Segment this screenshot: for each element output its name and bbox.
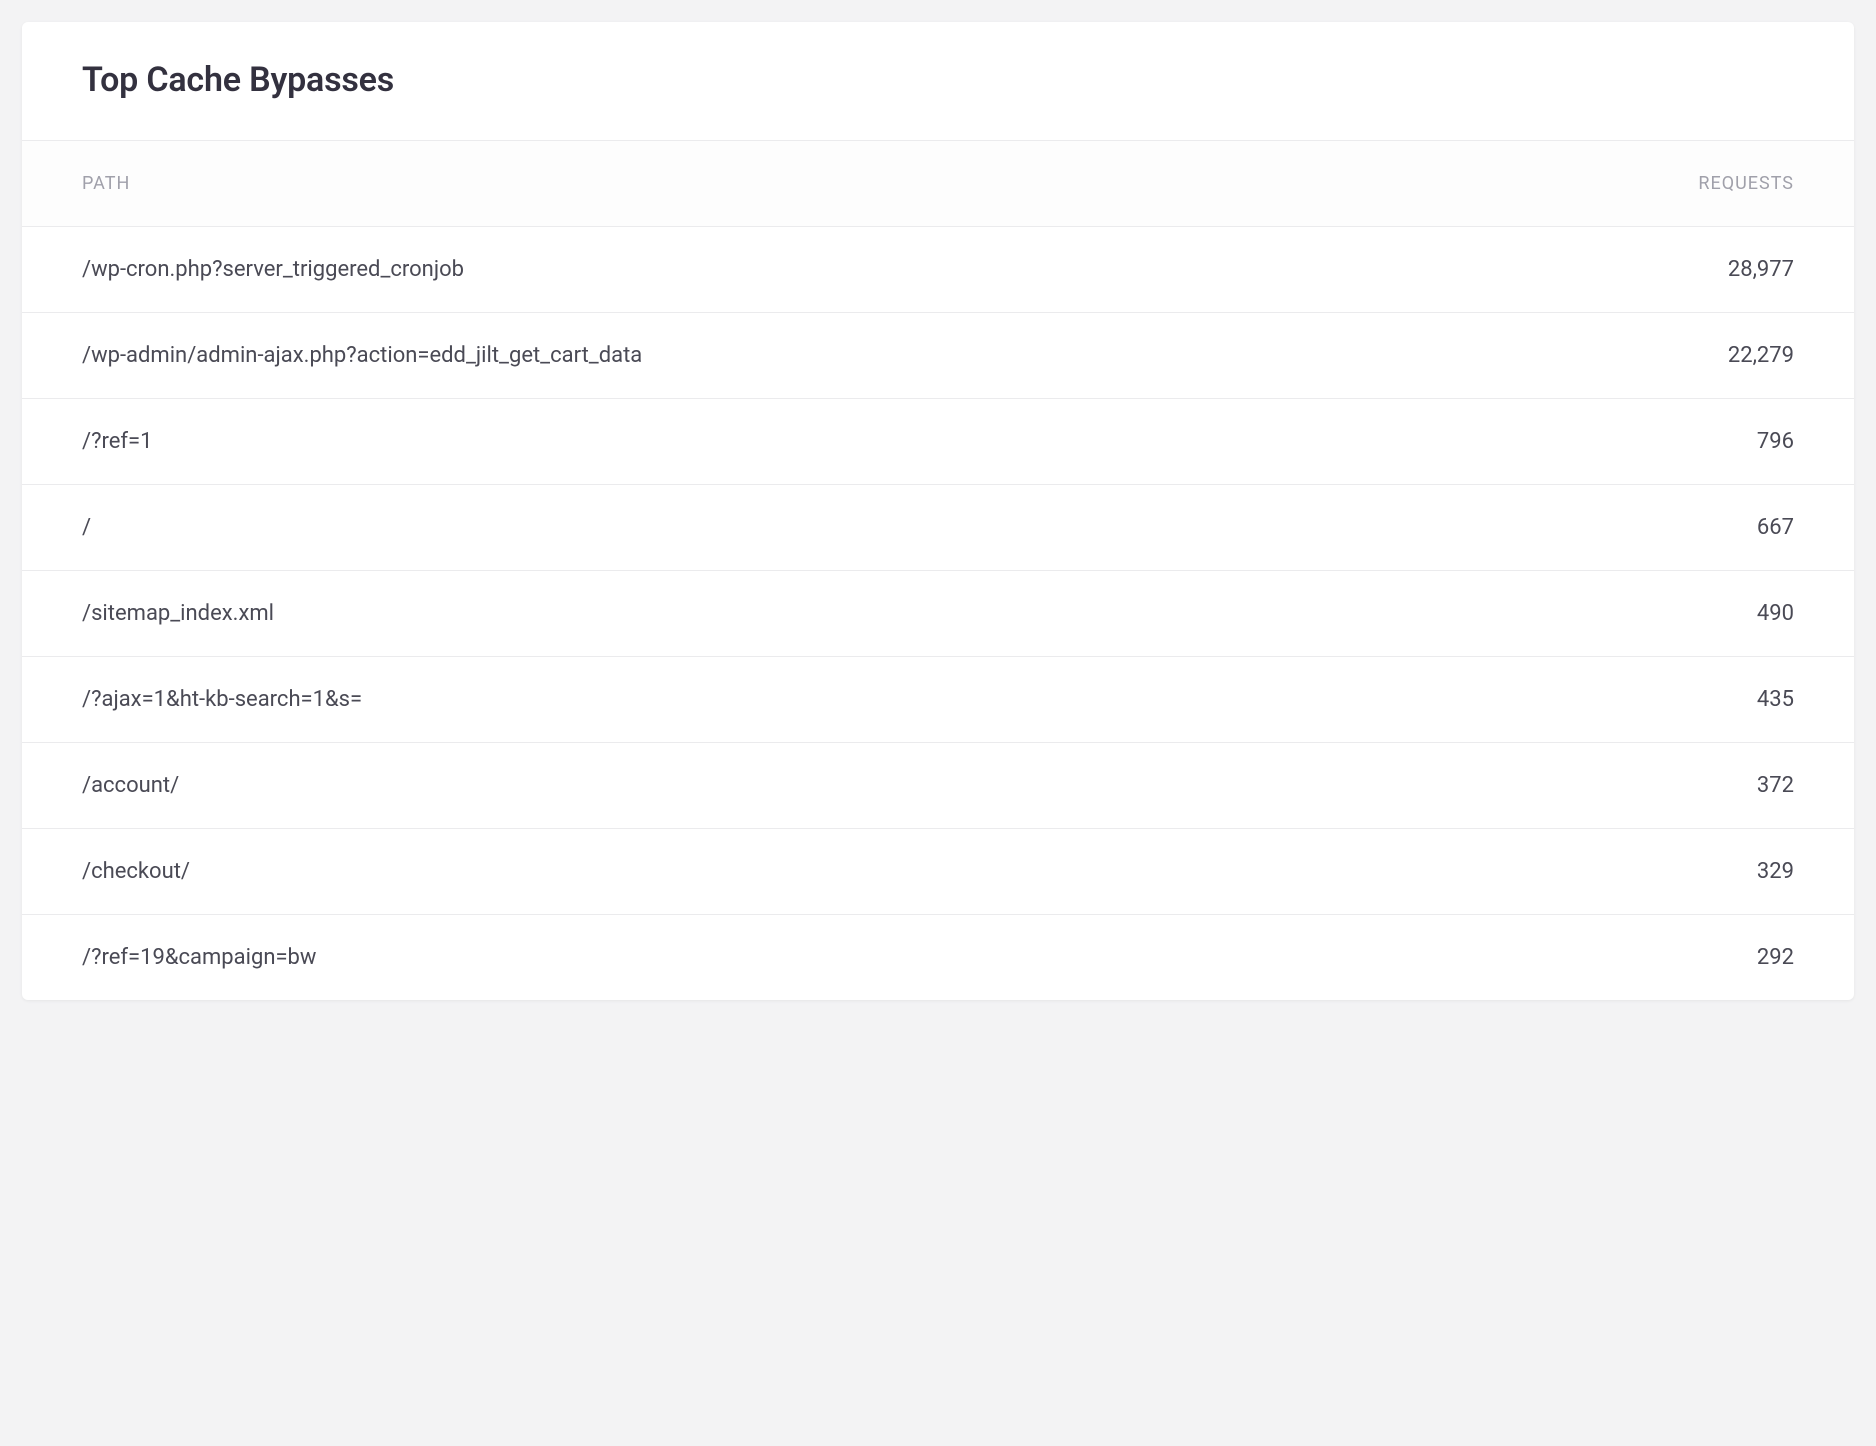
requests-cell: 28,977 (1728, 257, 1794, 282)
card-header: Top Cache Bypasses (22, 22, 1854, 141)
top-cache-bypasses-card: Top Cache Bypasses PATH REQUESTS /wp-cro… (22, 22, 1854, 1000)
table-row: /?ref=1 796 (22, 399, 1854, 485)
table-body: /wp-cron.php?server_triggered_cronjob 28… (22, 227, 1854, 1000)
table-row: /?ajax=1&ht-kb-search=1&s= 435 (22, 657, 1854, 743)
requests-cell: 329 (1757, 859, 1794, 884)
table-row: /wp-cron.php?server_triggered_cronjob 28… (22, 227, 1854, 313)
table-row: /sitemap_index.xml 490 (22, 571, 1854, 657)
requests-cell: 372 (1757, 773, 1794, 798)
table-row: /?ref=19&campaign=bw 292 (22, 915, 1854, 1000)
path-cell: /checkout/ (82, 859, 190, 884)
table-row: /wp-admin/admin-ajax.php?action=edd_jilt… (22, 313, 1854, 399)
path-cell: /?ref=1 (82, 429, 152, 454)
path-cell: /account/ (82, 773, 179, 798)
path-cell: /sitemap_index.xml (82, 601, 274, 626)
path-cell: /wp-admin/admin-ajax.php?action=edd_jilt… (82, 343, 642, 368)
requests-cell: 292 (1757, 945, 1794, 970)
path-cell: /wp-cron.php?server_triggered_cronjob (82, 257, 464, 282)
requests-cell: 490 (1757, 601, 1794, 626)
requests-cell: 435 (1757, 687, 1794, 712)
table-header: PATH REQUESTS (22, 141, 1854, 227)
table-row: / 667 (22, 485, 1854, 571)
table-row: /account/ 372 (22, 743, 1854, 829)
column-header-requests: REQUESTS (1698, 173, 1794, 194)
requests-cell: 22,279 (1728, 343, 1794, 368)
table-row: /checkout/ 329 (22, 829, 1854, 915)
requests-cell: 667 (1757, 515, 1794, 540)
card-title: Top Cache Bypasses (82, 60, 1794, 100)
path-cell: /?ajax=1&ht-kb-search=1&s= (82, 687, 362, 712)
path-cell: / (82, 515, 91, 540)
requests-cell: 796 (1757, 429, 1794, 454)
column-header-path: PATH (82, 173, 130, 194)
path-cell: /?ref=19&campaign=bw (82, 945, 316, 970)
